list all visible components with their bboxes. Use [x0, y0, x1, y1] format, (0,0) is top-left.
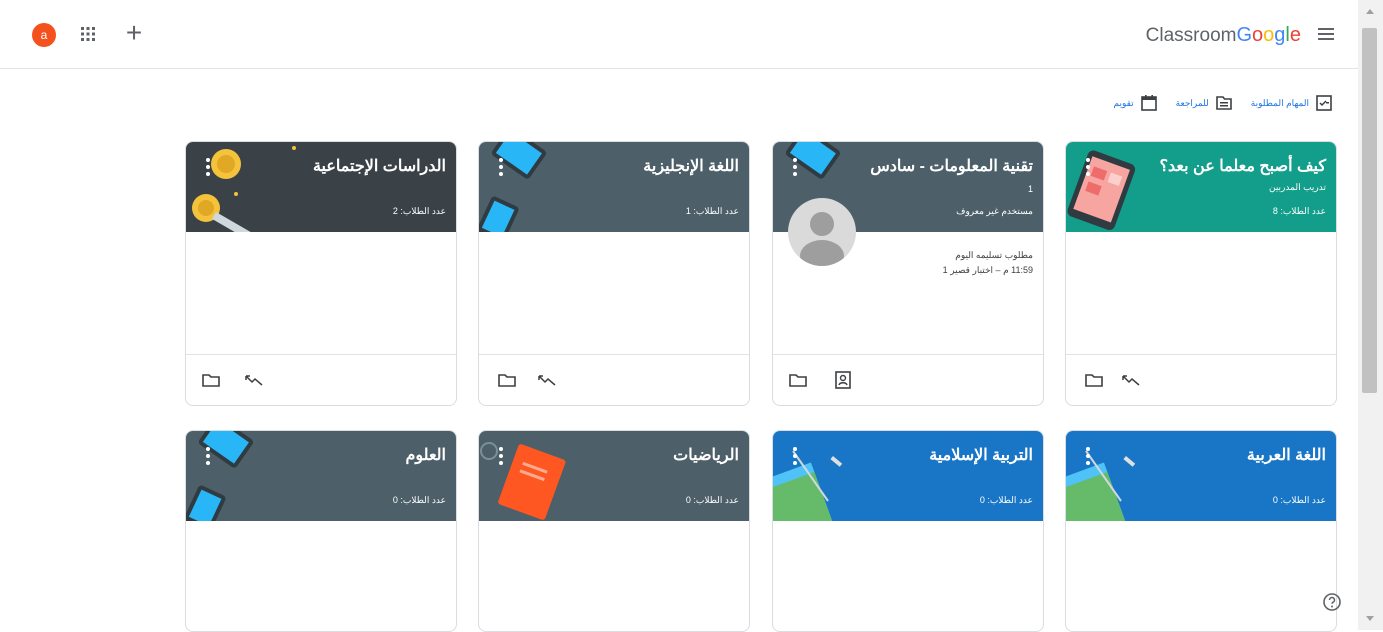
- tablet-illustration: [186, 431, 253, 521]
- card-options-icon[interactable]: [793, 158, 797, 178]
- class-title[interactable]: الدراسات الإجتماعية: [313, 156, 446, 176]
- card-options-icon[interactable]: [499, 447, 503, 467]
- gradebook-icon[interactable]: [833, 370, 853, 390]
- class-card-header[interactable]: الرياضيات عدد الطلاب: 0: [479, 431, 749, 521]
- app-logo[interactable]: ClassroomGoogle: [1146, 24, 1301, 47]
- class-students: عدد الطلاب: 8: [1272, 206, 1326, 216]
- trending-icon[interactable]: [1121, 370, 1141, 390]
- class-card-body: [186, 521, 456, 631]
- card-options-icon[interactable]: [793, 447, 797, 467]
- teacher-avatar[interactable]: [788, 198, 856, 266]
- class-title[interactable]: العلوم: [405, 445, 446, 465]
- plus-icon[interactable]: +: [121, 18, 147, 48]
- class-card-body: مطلوب تسليمه اليوم 11:59 م – اختبار قصير…: [773, 198, 1043, 354]
- hamburger-menu-icon[interactable]: [1316, 24, 1336, 44]
- class-students: عدد الطلاب: 1: [685, 206, 739, 216]
- class-section: تدريب المدربين: [1268, 182, 1326, 192]
- review-icon: [1215, 96, 1232, 110]
- toolbar-links: المهام المطلوبة للمراجعة تقويم: [1113, 92, 1333, 114]
- class-title[interactable]: كيف أصبح معلما عن بعد؟: [1160, 156, 1326, 176]
- class-card[interactable]: الرياضيات عدد الطلاب: 0: [478, 430, 750, 632]
- card-options-icon[interactable]: [1086, 158, 1090, 178]
- card-options-icon[interactable]: [499, 158, 503, 178]
- class-card[interactable]: كيف أصبح معلما عن بعد؟ تدريب المدربين عد…: [1065, 141, 1337, 406]
- due-heading: مطلوب تسليمه اليوم: [955, 250, 1033, 260]
- card-options-icon[interactable]: [1086, 447, 1090, 467]
- calendar-icon: [1140, 95, 1157, 111]
- tablet-illustration: [479, 142, 546, 232]
- calendar-link[interactable]: تقويم: [1113, 94, 1157, 112]
- class-card-header[interactable]: اللغة العربية عدد الطلاب: 0: [1066, 431, 1336, 521]
- calendar-label: تقويم: [1113, 97, 1134, 108]
- apps-grid-icon[interactable]: [78, 24, 98, 44]
- class-students: عدد الطلاب: 0: [685, 495, 739, 505]
- class-card[interactable]: اللغة العربية عدد الطلاب: 0: [1065, 430, 1337, 632]
- class-card-footer: [186, 354, 456, 405]
- coins-illustration: [192, 146, 296, 232]
- todo-icon: [1316, 95, 1332, 111]
- class-card-footer: [1066, 354, 1336, 405]
- class-card-header[interactable]: اللغة الإنجليزية عدد الطلاب: 1: [479, 142, 749, 232]
- class-students: عدد الطلاب: 0: [1272, 495, 1326, 505]
- class-title[interactable]: اللغة العربية: [1247, 445, 1326, 465]
- class-card-header[interactable]: التربية الإسلامية عدد الطلاب: 0: [773, 431, 1043, 521]
- scroll-down-icon[interactable]: [1366, 616, 1374, 621]
- class-card[interactable]: التربية الإسلامية عدد الطلاب: 0: [772, 430, 1044, 632]
- class-title[interactable]: اللغة الإنجليزية: [643, 156, 739, 176]
- notebook-illustration: [480, 442, 566, 520]
- todo-link[interactable]: المهام المطلوبة: [1251, 94, 1333, 112]
- class-card-body: [1066, 521, 1336, 631]
- class-card[interactable]: الدراسات الإجتماعية عدد الطلاب: 2: [185, 141, 457, 406]
- review-label: للمراجعة: [1175, 97, 1209, 108]
- class-card[interactable]: اللغة الإنجليزية عدد الطلاب: 1: [478, 141, 750, 406]
- class-students: عدد الطلاب: 2: [392, 206, 446, 216]
- pencils-illustration: [773, 450, 843, 521]
- help-icon[interactable]: [1322, 592, 1342, 612]
- trending-icon[interactable]: [537, 370, 557, 390]
- card-options-icon[interactable]: [206, 158, 210, 178]
- folder-icon[interactable]: [788, 370, 808, 390]
- class-card-body: [1066, 232, 1336, 354]
- class-card[interactable]: تقنية المعلومات - سادس 1 مستخدم غير معرو…: [772, 141, 1044, 406]
- folder-icon[interactable]: [497, 370, 517, 390]
- class-card-footer: [479, 354, 749, 405]
- class-title[interactable]: الرياضيات: [673, 445, 739, 465]
- brand-product: Classroom: [1145, 25, 1237, 46]
- top-app-bar: a + ClassroomGoogle: [0, 0, 1358, 69]
- class-card-body: [479, 521, 749, 631]
- class-card-body: [479, 232, 749, 354]
- pencils-illustration: [1066, 450, 1136, 521]
- page-scrollbar[interactable]: [1358, 0, 1383, 630]
- class-teacher: مستخدم غير معروف: [956, 206, 1033, 216]
- class-card-body: [773, 521, 1043, 631]
- class-card-header[interactable]: العلوم عدد الطلاب: 0: [186, 431, 456, 521]
- scroll-up-icon[interactable]: [1366, 9, 1374, 14]
- class-title[interactable]: تقنية المعلومات - سادس: [870, 156, 1033, 176]
- class-card[interactable]: العلوم عدد الطلاب: 0: [185, 430, 457, 632]
- class-title[interactable]: التربية الإسلامية: [929, 445, 1033, 465]
- class-card-header[interactable]: الدراسات الإجتماعية عدد الطلاب: 2: [186, 142, 456, 232]
- account-avatar[interactable]: a: [32, 23, 56, 47]
- class-card-header[interactable]: كيف أصبح معلما عن بعد؟ تدريب المدربين عد…: [1066, 142, 1336, 232]
- folder-icon[interactable]: [1084, 370, 1104, 390]
- folder-icon[interactable]: [201, 370, 221, 390]
- todo-label: المهام المطلوبة: [1250, 97, 1309, 108]
- class-section: 1: [1027, 184, 1033, 194]
- class-card-footer: [773, 354, 1043, 405]
- due-item[interactable]: 11:59 م – اختبار قصير 1: [943, 265, 1033, 276]
- scroll-thumb[interactable]: [1362, 28, 1377, 393]
- card-options-icon[interactable]: [206, 447, 210, 467]
- review-link[interactable]: للمراجعة: [1176, 94, 1233, 112]
- class-students: عدد الطلاب: 0: [979, 495, 1033, 505]
- trending-icon[interactable]: [244, 370, 264, 390]
- class-card-body: [186, 232, 456, 354]
- class-students: عدد الطلاب: 0: [392, 495, 446, 505]
